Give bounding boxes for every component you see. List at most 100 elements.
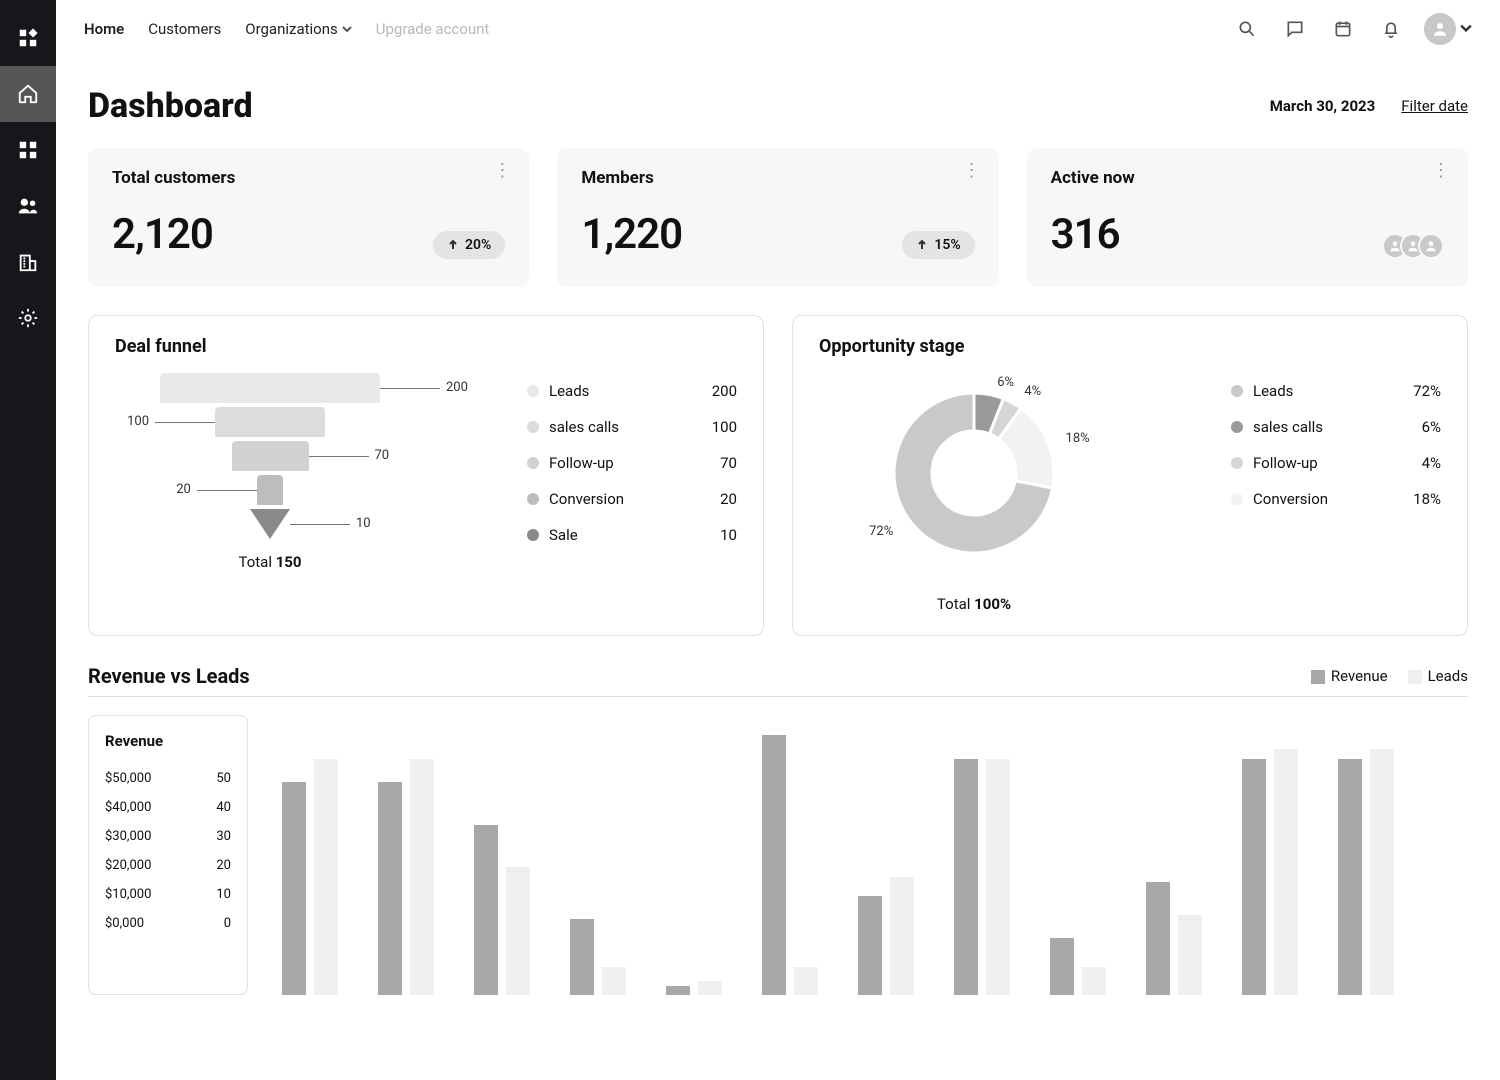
revenue-bar bbox=[954, 759, 978, 995]
search-button[interactable] bbox=[1230, 12, 1264, 46]
rvl-bar-chart bbox=[272, 715, 1468, 995]
donut-total: Total 100% bbox=[819, 595, 1129, 613]
panel-title: Deal funnel bbox=[115, 336, 737, 357]
stat-card-total-customers: ⋮ Total customers 2,120 20% bbox=[88, 148, 529, 287]
trend-value: 15% bbox=[934, 237, 960, 253]
leads-bar bbox=[794, 967, 818, 995]
stat-value: 316 bbox=[1051, 210, 1120, 259]
rail-organizations[interactable] bbox=[0, 234, 56, 290]
leads-bar bbox=[1274, 749, 1298, 995]
avatar-icon bbox=[1418, 233, 1444, 259]
user-menu-caret[interactable] bbox=[1460, 19, 1472, 38]
card-menu-button[interactable]: ⋮ bbox=[1432, 166, 1450, 176]
nav-organizations[interactable]: Organizations bbox=[245, 20, 352, 38]
leads-bar bbox=[1082, 967, 1106, 995]
active-avatars bbox=[1382, 233, 1444, 259]
bar-pair bbox=[570, 919, 626, 995]
rail-customers[interactable] bbox=[0, 178, 56, 234]
stat-title: Total customers bbox=[112, 168, 505, 188]
revenue-bar bbox=[762, 735, 786, 995]
rail-settings[interactable] bbox=[0, 290, 56, 346]
revenue-bar bbox=[570, 919, 594, 995]
rail-dashboard[interactable] bbox=[0, 122, 56, 178]
card-menu-button[interactable]: ⋮ bbox=[493, 166, 511, 176]
current-date: March 30, 2023 bbox=[1270, 97, 1376, 115]
stat-card-members: ⋮ Members 1,220 15% bbox=[557, 148, 998, 287]
revenue-bar bbox=[1242, 759, 1266, 995]
leads-bar bbox=[1370, 749, 1394, 995]
legend-row: sales calls6% bbox=[1231, 409, 1441, 445]
search-icon bbox=[1237, 19, 1257, 39]
donut-legend: Leads72%sales calls6%Follow-up4%Conversi… bbox=[1231, 373, 1441, 517]
arrow-up-icon bbox=[916, 239, 928, 251]
home-icon bbox=[17, 83, 39, 105]
axis-title: Revenue bbox=[105, 732, 231, 750]
leads-bar bbox=[986, 759, 1010, 995]
chevron-down-icon bbox=[1460, 22, 1472, 34]
axis-row: $10,00010 bbox=[105, 880, 231, 909]
revenue-bar bbox=[1050, 938, 1074, 995]
revenue-bar bbox=[378, 782, 402, 995]
rvl-axis-panel: Revenue $50,00050$40,00040$30,00030$20,0… bbox=[88, 715, 248, 995]
legend-row: Conversion18% bbox=[1231, 481, 1441, 517]
bar-pair bbox=[282, 759, 338, 995]
donut-chart: 6%4%18%72% bbox=[819, 373, 1129, 593]
legend-row: Follow-up70 bbox=[527, 445, 737, 481]
leads-bar bbox=[1178, 915, 1202, 995]
people-icon bbox=[17, 195, 39, 217]
calendar-button[interactable] bbox=[1326, 12, 1360, 46]
revenue-bar bbox=[474, 825, 498, 995]
panel-title: Opportunity stage bbox=[819, 336, 1441, 357]
opportunity-stage-panel: Opportunity stage 6%4%18%72% Total 100% … bbox=[792, 315, 1468, 636]
page-title: Dashboard bbox=[88, 86, 253, 126]
bar-pair bbox=[474, 825, 530, 995]
leads-bar bbox=[698, 981, 722, 995]
bar-pair bbox=[858, 877, 914, 995]
axis-row: $20,00020 bbox=[105, 851, 231, 880]
legend-row: Conversion20 bbox=[527, 481, 737, 517]
rvl-legend: Revenue Leads bbox=[1311, 667, 1468, 685]
axis-row: $0,0000 bbox=[105, 909, 231, 938]
funnel-chart: 200100702010 bbox=[115, 373, 425, 549]
funnel-total: Total 150 bbox=[115, 553, 425, 571]
legend-leads: Leads bbox=[1408, 667, 1468, 685]
grid-icon bbox=[17, 27, 39, 49]
legend-revenue: Revenue bbox=[1311, 667, 1388, 685]
filter-date-link[interactable]: Filter date bbox=[1401, 97, 1468, 115]
rail-logo[interactable] bbox=[0, 10, 56, 66]
axis-row: $40,00040 bbox=[105, 793, 231, 822]
deal-funnel-panel: Deal funnel 200100702010 Total 150 Leads… bbox=[88, 315, 764, 636]
app-rail bbox=[0, 0, 56, 1080]
notifications-button[interactable] bbox=[1374, 12, 1408, 46]
revenue-bar bbox=[666, 986, 690, 995]
bar-pair bbox=[1338, 749, 1394, 995]
nav-organizations-label: Organizations bbox=[245, 20, 338, 38]
legend-row: Leads72% bbox=[1231, 373, 1441, 409]
leads-bar bbox=[410, 759, 434, 995]
nav-upgrade[interactable]: Upgrade account bbox=[376, 20, 490, 38]
legend-row: Follow-up4% bbox=[1231, 445, 1441, 481]
nav-customers[interactable]: Customers bbox=[148, 20, 221, 38]
leads-bar bbox=[506, 867, 530, 995]
gear-icon bbox=[17, 307, 39, 329]
axis-row: $50,00050 bbox=[105, 764, 231, 793]
stat-card-active-now: ⋮ Active now 316 bbox=[1027, 148, 1468, 287]
axis-row: $30,00030 bbox=[105, 822, 231, 851]
nav-home[interactable]: Home bbox=[84, 20, 124, 38]
card-menu-button[interactable]: ⋮ bbox=[963, 166, 981, 176]
revenue-bar bbox=[282, 782, 306, 995]
bar-pair bbox=[666, 981, 722, 995]
rail-home[interactable] bbox=[0, 66, 56, 122]
top-nav: Home Customers Organizations Upgrade acc… bbox=[56, 0, 1500, 58]
person-icon bbox=[1431, 20, 1449, 38]
leads-bar bbox=[890, 877, 914, 995]
stat-title: Members bbox=[581, 168, 974, 188]
messages-button[interactable] bbox=[1278, 12, 1312, 46]
stat-value: 1,220 bbox=[581, 210, 682, 259]
user-avatar[interactable] bbox=[1424, 13, 1456, 45]
building-icon bbox=[17, 251, 39, 273]
revenue-bar bbox=[1146, 882, 1170, 995]
trend-chip: 15% bbox=[902, 231, 974, 259]
legend-row: Sale10 bbox=[527, 517, 737, 553]
legend-row: Leads200 bbox=[527, 373, 737, 409]
